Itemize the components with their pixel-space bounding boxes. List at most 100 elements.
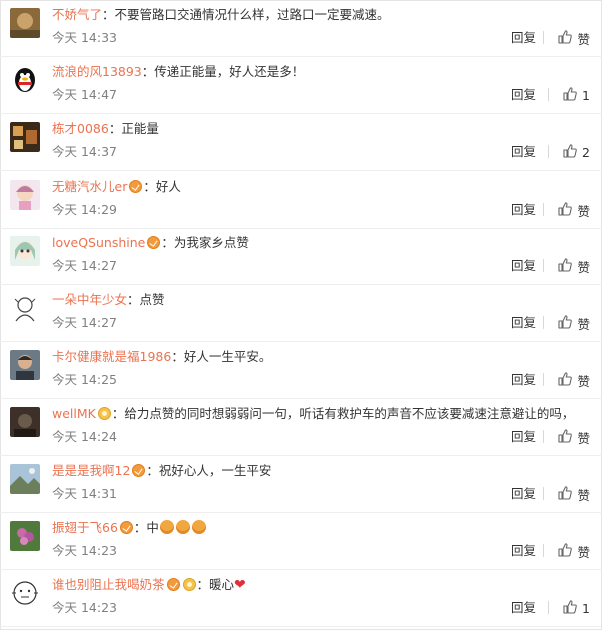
comment-content: 振翅于飞66 ：中 xyxy=(52,519,594,537)
comment-time: 今天 14:31 xyxy=(52,486,117,501)
comment-time: 今天 14:33 xyxy=(52,30,117,45)
avatar[interactable] xyxy=(10,350,40,380)
reply-button[interactable]: 回复 xyxy=(511,542,536,560)
comment-text: 好人 xyxy=(155,179,181,194)
like-count: 2 xyxy=(582,144,590,160)
thumbs-up-icon xyxy=(557,542,573,561)
thumbs-up-icon xyxy=(562,143,578,162)
avatar[interactable] xyxy=(10,407,40,437)
like-label: 赞 xyxy=(577,31,590,47)
comment-time: 今天 14:25 xyxy=(52,372,117,387)
username-link[interactable]: 流浪的风13893 xyxy=(52,64,142,79)
comment-content: 一朵中年少女：点赞 xyxy=(52,291,594,309)
member-badge-icon xyxy=(132,464,146,477)
username-link[interactable]: wellMK xyxy=(52,406,96,421)
comment-text: 点赞 xyxy=(139,292,165,307)
avatar[interactable] xyxy=(10,521,40,551)
avatar[interactable] xyxy=(10,464,40,494)
reply-button[interactable]: 回复 xyxy=(511,143,536,161)
like-button[interactable]: 2 xyxy=(548,142,590,162)
like-button[interactable]: 1 xyxy=(548,85,590,105)
comment-time: 今天 14:23 xyxy=(52,600,117,615)
comment-time: 今天 14:27 xyxy=(52,258,117,273)
separator: ： xyxy=(171,349,184,364)
avatar[interactable] xyxy=(10,180,40,210)
thumbs-up-icon xyxy=(557,29,573,48)
reply-button[interactable]: 回复 xyxy=(511,314,536,332)
like-button[interactable]: 赞 xyxy=(543,370,590,390)
comment-content: wellMK ：给力点赞的同时想弱弱问一句，听话有救护车的声音不应该要减速注意避让… xyxy=(52,405,594,423)
comment-time: 今天 14:24 xyxy=(52,429,117,444)
comment-text: 祝好心人，一生平安 xyxy=(158,463,272,478)
reply-button[interactable]: 回复 xyxy=(511,201,536,219)
separator: ： xyxy=(146,463,159,478)
separator: ： xyxy=(127,292,140,307)
like-count: 1 xyxy=(582,87,590,103)
like-label: 赞 xyxy=(577,544,590,560)
comment-time: 今天 14:27 xyxy=(52,315,117,330)
divider xyxy=(543,373,545,386)
divider xyxy=(543,544,545,557)
username-link[interactable]: 振翅于飞66 xyxy=(52,520,118,535)
comment-content: 卡尔健康就是福1986：好人一生平安。 xyxy=(52,348,594,366)
comment-time: 今天 14:23 xyxy=(52,543,117,558)
member-badge-icon xyxy=(129,180,143,193)
comment-time: 今天 14:47 xyxy=(52,87,117,102)
comment-text: 中 xyxy=(146,520,159,535)
like-button[interactable]: 赞 xyxy=(543,484,590,504)
username-link[interactable]: 谁也别阻止我喝奶茶 xyxy=(52,577,165,592)
avatar[interactable] xyxy=(10,8,40,38)
like-button[interactable]: 赞 xyxy=(543,313,590,333)
like-button[interactable]: 赞 xyxy=(543,200,590,220)
username-link[interactable]: loveQSunshine xyxy=(52,235,145,250)
thumbs-up-icon xyxy=(557,257,573,276)
divider xyxy=(548,88,550,101)
username-link[interactable]: 无糖汽水儿er xyxy=(52,179,127,194)
like-button[interactable]: 赞 xyxy=(543,28,590,48)
separator: ： xyxy=(143,179,156,194)
avatar[interactable] xyxy=(10,236,40,266)
like-button[interactable]: 赞 xyxy=(543,256,590,276)
like-button[interactable]: 1 xyxy=(548,598,590,618)
divider xyxy=(543,31,545,44)
avatar[interactable] xyxy=(10,578,40,608)
like-count: 1 xyxy=(582,600,590,616)
avatar[interactable] xyxy=(10,65,40,95)
thumbs-up-icon xyxy=(557,201,573,220)
reply-button[interactable]: 回复 xyxy=(511,485,536,503)
reply-button[interactable]: 回复 xyxy=(511,86,536,104)
thumbs-up-icon xyxy=(562,599,578,618)
thumbs-up-icon xyxy=(557,371,573,390)
separator: ： xyxy=(196,577,210,592)
username-link[interactable]: 栋才0086 xyxy=(52,121,109,136)
reply-button[interactable]: 回复 xyxy=(511,428,536,446)
comment-item: 是是是我啊12 ：祝好心人，一生平安今天 14:31 回复 赞 xyxy=(0,456,602,513)
reply-button[interactable]: 回复 xyxy=(511,371,536,389)
vip-badge-icon xyxy=(182,578,196,591)
username-link[interactable]: 卡尔健康就是福1986 xyxy=(52,349,171,364)
username-link[interactable]: 不娇气了 xyxy=(52,7,102,22)
reply-button[interactable]: 回复 xyxy=(511,257,536,275)
comment-text: 不要管路口交通情况什么样，过路口一定要减速。 xyxy=(114,7,390,22)
comment-content: loveQSunshine ：为我家乡点赞 xyxy=(52,234,594,252)
comment-content: 无糖汽水儿er ：好人 xyxy=(52,178,594,196)
like-label: 赞 xyxy=(577,203,590,219)
like-button[interactable]: 赞 xyxy=(543,541,590,561)
reply-button[interactable]: 回复 xyxy=(511,29,536,47)
reply-button[interactable]: 回复 xyxy=(511,599,536,617)
like-button[interactable]: 赞 xyxy=(543,427,590,447)
avatar[interactable] xyxy=(10,122,40,152)
username-link[interactable]: 是是是我啊12 xyxy=(52,463,130,478)
separator: ： xyxy=(102,7,115,22)
comment-item: 栋才0086：正能量 今天 14:37 回复 2 xyxy=(0,114,602,171)
username-link[interactable]: 一朵中年少女 xyxy=(52,292,127,307)
divider xyxy=(548,601,550,614)
divider xyxy=(543,203,545,216)
comment-item: 谁也别阻止我喝奶茶 ：暖心❤ 今天 14:23 回复 1 xyxy=(0,570,602,627)
comment-content: 不娇气了：不要管路口交通情况什么样，过路口一定要减速。 xyxy=(52,6,594,24)
member-badge-icon xyxy=(147,236,161,249)
avatar[interactable] xyxy=(10,293,40,323)
comment-text: 给力点赞的同时想弱弱问一句，听话有救护车的声音不应该要减速注意避让的吗， xyxy=(124,406,575,421)
separator: ： xyxy=(161,235,174,250)
member-badge-icon xyxy=(166,578,180,591)
